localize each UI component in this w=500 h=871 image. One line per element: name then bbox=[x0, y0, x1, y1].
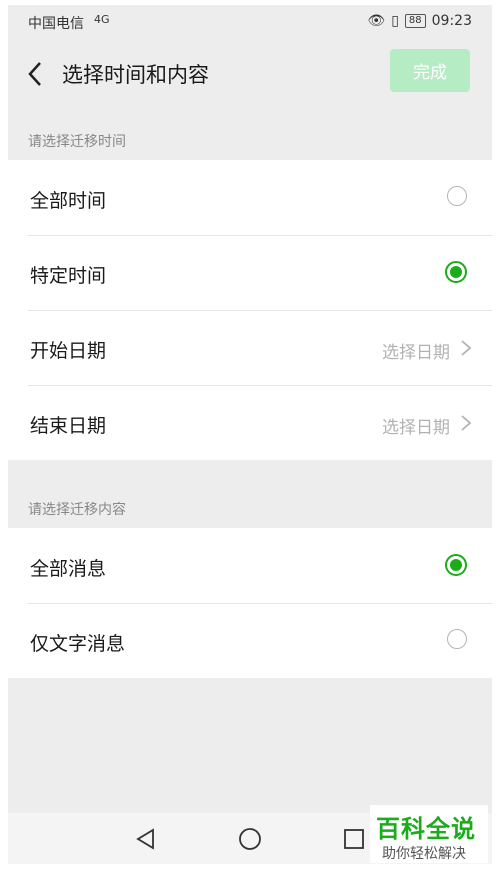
status-bar: 中国电信 4G 👁 ▯ 88 09:23 bbox=[8, 5, 492, 39]
option-all-messages[interactable]: 全部消息 bbox=[8, 528, 492, 603]
time-section-label: 请选择迁移时间 bbox=[28, 134, 126, 150]
content-options-group: 全部消息 仅文字消息 bbox=[8, 528, 492, 678]
chevron-right-icon bbox=[461, 340, 472, 356]
option-text-only[interactable]: 仅文字消息 bbox=[8, 603, 492, 678]
app-screen: 中国电信 4G 👁 ▯ 88 09:23 选择时间和内容 完成 请选择迁移时间 … bbox=[8, 5, 492, 864]
vibrate-icon: ▯ bbox=[391, 13, 399, 29]
radio-unchecked-icon[interactable] bbox=[447, 186, 467, 206]
option-label: 全部消息 bbox=[30, 558, 107, 580]
title-bar: 选择时间和内容 完成 bbox=[8, 39, 492, 111]
network-type: 4G bbox=[94, 13, 110, 26]
end-date-label: 结束日期 bbox=[30, 415, 107, 437]
page-title: 选择时间和内容 bbox=[62, 63, 209, 87]
end-date-row[interactable]: 结束日期 选择日期 bbox=[8, 385, 492, 460]
start-date-row[interactable]: 开始日期 选择日期 bbox=[8, 310, 492, 385]
option-specific-time[interactable]: 特定时间 bbox=[8, 235, 492, 310]
status-right: 👁 ▯ 88 09:23 bbox=[367, 13, 472, 29]
back-icon[interactable] bbox=[24, 59, 48, 89]
nav-recent-icon[interactable] bbox=[342, 827, 366, 851]
done-button[interactable]: 完成 bbox=[390, 49, 470, 92]
start-date-label: 开始日期 bbox=[30, 340, 107, 362]
watermark-logo: 百科全说 助你轻松解决 bbox=[370, 805, 488, 863]
chevron-right-icon bbox=[461, 415, 472, 431]
watermark-title: 百科全说 bbox=[376, 815, 476, 843]
end-date-value: 选择日期 bbox=[382, 418, 450, 438]
nav-home-icon[interactable] bbox=[238, 827, 262, 851]
radio-unchecked-icon[interactable] bbox=[447, 629, 467, 649]
option-label: 仅文字消息 bbox=[30, 633, 126, 655]
battery-icon: 88 bbox=[404, 14, 426, 28]
start-date-value: 选择日期 bbox=[382, 343, 450, 363]
option-label: 特定时间 bbox=[30, 265, 107, 287]
radio-checked-icon[interactable] bbox=[445, 554, 467, 576]
nav-back-icon[interactable] bbox=[134, 827, 158, 851]
eye-icon: 👁 bbox=[367, 13, 386, 29]
time-options-group: 全部时间 特定时间 开始日期 选择日期 结束日期 选择日期 bbox=[8, 160, 492, 460]
option-label: 全部时间 bbox=[30, 190, 107, 212]
watermark-subtitle: 助你轻松解决 bbox=[382, 846, 466, 862]
status-time: 09:23 bbox=[431, 13, 472, 29]
content-section-label: 请选择迁移内容 bbox=[28, 502, 126, 518]
carrier-name: 中国电信 bbox=[28, 16, 84, 32]
radio-checked-icon[interactable] bbox=[445, 261, 467, 283]
option-all-time[interactable]: 全部时间 bbox=[8, 160, 492, 235]
